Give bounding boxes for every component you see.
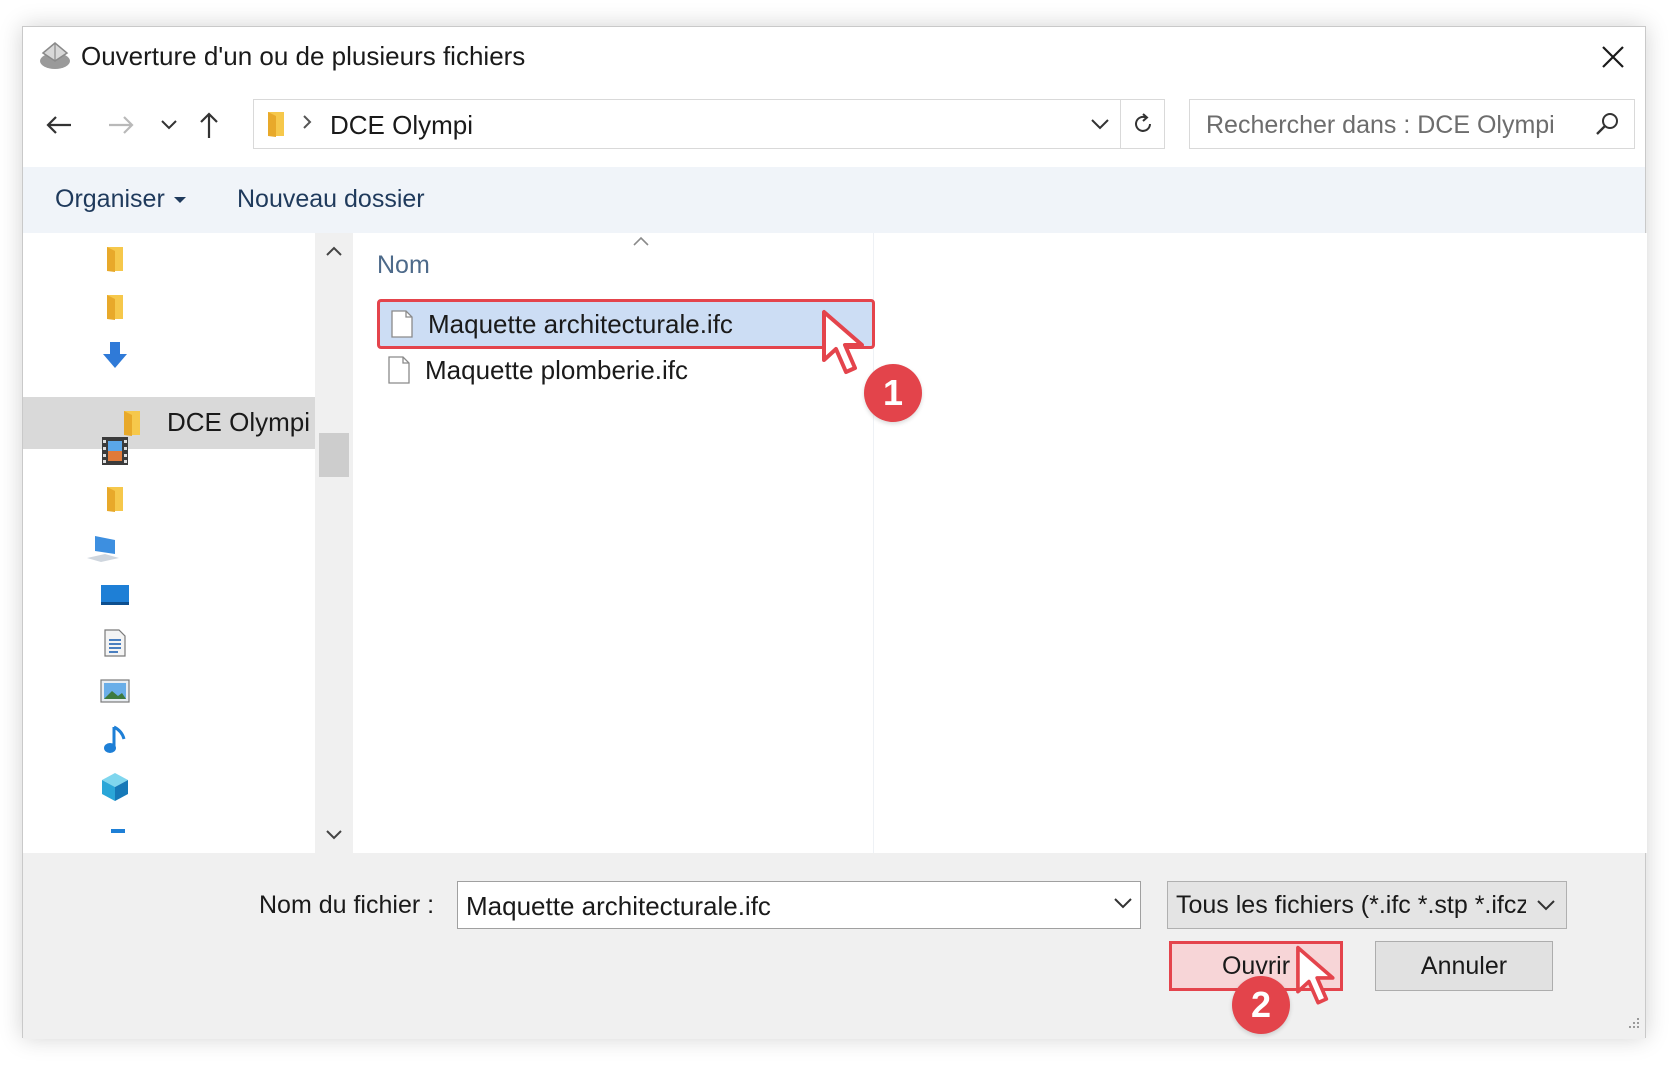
file-item[interactable]: Maquette plomberie.ifc <box>377 345 875 395</box>
file-type-filter[interactable]: Tous les fichiers (*.ifc *.stp *.ifcz <box>1167 881 1567 929</box>
folder-icon <box>107 247 123 272</box>
chevron-down-icon <box>161 120 177 130</box>
breadcrumb-current[interactable]: DCE Olympi <box>330 110 473 141</box>
file-type-dropdown-button[interactable] <box>1526 882 1566 928</box>
cursor-pointer-icon <box>1294 944 1344 1015</box>
resize-grip-icon[interactable] <box>1625 1014 1641 1035</box>
new-folder-label: Nouveau dossier <box>237 185 425 213</box>
sidebar-item-music[interactable] <box>95 719 135 759</box>
caret-down-icon <box>173 196 186 203</box>
window-title: Ouverture d'un ou de plusieurs fichiers <box>81 41 526 71</box>
title-bar: Ouverture d'un ou de plusieurs fichiers <box>23 27 1645 85</box>
filename-field[interactable]: Maquette architecturale.ifc <box>457 881 1141 929</box>
organize-menu-button[interactable]: Organiser <box>55 185 187 214</box>
address-dropdown-button[interactable] <box>1080 100 1120 148</box>
file-name: Maquette architecturale.ifc <box>428 308 733 339</box>
address-bar[interactable]: DCE Olympi <box>253 99 1165 149</box>
sidebar-more-indicator <box>111 829 125 833</box>
downloads-icon <box>103 342 127 368</box>
chevron-up-icon <box>326 246 342 256</box>
sidebar-item-folder-2[interactable] <box>95 287 135 327</box>
sidebar-item-videos[interactable] <box>95 431 135 471</box>
sidebar-item-label: DCE Olympi <box>167 407 311 437</box>
arrow-up-icon <box>200 112 218 138</box>
nav-pane-scrollbar[interactable] <box>315 233 353 853</box>
pictures-icon <box>100 679 130 703</box>
forward-button[interactable] <box>99 103 143 147</box>
navigation-bar: DCE Olympi Rechercher dans : DCE Olympi <box>23 99 1645 151</box>
folder-icon <box>107 487 123 512</box>
column-header-name[interactable]: Nom <box>377 251 430 280</box>
scroll-up-button[interactable] <box>315 233 353 269</box>
scroll-thumb[interactable] <box>319 433 349 477</box>
new-folder-button[interactable]: Nouveau dossier <box>237 185 425 214</box>
chevron-right-icon <box>302 114 312 135</box>
refresh-icon <box>1134 113 1151 132</box>
close-icon <box>1602 46 1624 68</box>
search-placeholder: Rechercher dans : DCE Olympi <box>1206 111 1555 139</box>
file-icon <box>387 355 411 385</box>
close-button[interactable] <box>1587 33 1639 81</box>
folder-icon <box>264 110 288 143</box>
folder-icon <box>107 295 123 320</box>
file-icon <box>390 309 414 339</box>
arrow-right-icon <box>109 116 134 134</box>
sidebar-item-pictures[interactable] <box>95 671 135 711</box>
refresh-button[interactable] <box>1120 100 1164 148</box>
sidebar-item-desktop[interactable] <box>95 575 135 615</box>
file-open-dialog: Ouverture d'un ou de plusieurs fichiers <box>22 26 1647 1039</box>
step-badge-2: 2 <box>1232 976 1290 1034</box>
step-badge-1: 1 <box>864 364 922 422</box>
sidebar-item-3d-objects[interactable] <box>95 767 135 807</box>
recent-locations-button[interactable] <box>147 103 191 147</box>
chevron-down-icon <box>326 830 342 840</box>
file-list: Nom Maquette architecturale.ifc Maquette… <box>353 233 1647 853</box>
sidebar-item-dce-olympi[interactable]: DCE Olympi <box>23 397 315 449</box>
sidebar-item-this-pc[interactable] <box>83 529 123 569</box>
up-button[interactable] <box>187 103 231 147</box>
filename-value: Maquette architecturale.ifc <box>466 891 771 921</box>
file-type-value: Tous les fichiers (*.ifc *.stp *.ifcz <box>1176 891 1529 919</box>
app-icon <box>37 39 73 73</box>
cursor-pointer-icon <box>820 308 874 385</box>
back-button[interactable] <box>37 103 81 147</box>
documents-icon <box>104 629 126 657</box>
chevron-down-icon <box>1114 898 1132 909</box>
search-input[interactable]: Rechercher dans : DCE Olympi <box>1189 99 1635 149</box>
search-icon[interactable] <box>1594 111 1620 142</box>
3d-objects-icon <box>102 773 128 801</box>
filename-dropdown-button[interactable] <box>1114 896 1132 914</box>
navigation-pane: DCE Olympi <box>23 233 315 853</box>
sidebar-item-folder-1[interactable] <box>95 239 135 279</box>
music-icon <box>104 725 126 753</box>
file-item[interactable]: Maquette architecturale.ifc <box>377 299 875 349</box>
chevron-down-icon <box>1537 899 1555 910</box>
videos-icon <box>102 437 128 465</box>
arrow-left-icon <box>46 116 71 134</box>
sort-ascending-icon <box>633 233 649 251</box>
file-name: Maquette plomberie.ifc <box>425 354 689 385</box>
chevron-down-icon <box>1091 118 1109 129</box>
organize-label: Organiser <box>55 185 165 213</box>
scroll-down-button[interactable] <box>315 817 353 853</box>
sidebar-item-folder-3[interactable] <box>95 479 135 519</box>
sidebar-item-documents[interactable] <box>95 623 135 663</box>
dialog-footer: Nom du fichier : Maquette architecturale… <box>23 853 1645 1039</box>
cancel-button[interactable]: Annuler <box>1375 941 1553 991</box>
filename-label: Nom du fichier : <box>259 891 435 919</box>
desktop-icon <box>101 585 129 605</box>
command-toolbar: Organiser Nouveau dossier <box>23 167 1645 233</box>
sidebar-item-downloads[interactable] <box>95 335 135 375</box>
this-pc-icon <box>87 536 119 562</box>
